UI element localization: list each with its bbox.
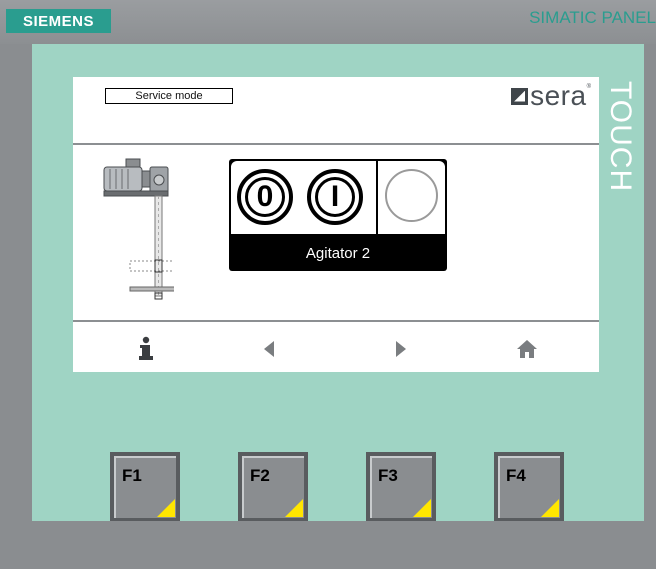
sera-logo: sera ® — [511, 82, 591, 110]
agitator-icon — [103, 158, 174, 300]
hmi-screen: Service mode sera ® 0 I Agitator 2 — [73, 77, 599, 372]
button-row: 0 I — [231, 161, 376, 234]
status-lamp-cell — [378, 161, 445, 234]
on-button[interactable]: I — [307, 169, 363, 225]
header-divider — [73, 143, 599, 145]
status-lamp-icon — [385, 169, 438, 222]
f4-key-label: F4 — [506, 466, 526, 485]
off-button[interactable]: 0 — [237, 169, 293, 225]
f1-key-corner-icon — [157, 499, 175, 517]
f3-key[interactable]: F3 — [366, 452, 436, 522]
panel-top-bezel: SIEMENS SIMATIC PANEL — [0, 0, 656, 44]
f3-key-label: F3 — [378, 466, 398, 485]
f2-key-label: F2 — [250, 466, 270, 485]
info-icon — [139, 336, 153, 360]
sera-logo-mark-icon — [511, 87, 529, 105]
sera-logo-registered: ® — [586, 84, 591, 90]
navigation-bar — [73, 324, 599, 372]
on-button-label: I — [315, 177, 355, 217]
f4-key-corner-icon — [541, 499, 559, 517]
mode-indicator: Service mode — [105, 88, 233, 104]
home-icon — [517, 340, 537, 358]
touch-text: TOUCH — [604, 81, 637, 193]
agitator-name: Agitator 2 — [305, 244, 371, 262]
sera-logo-text: sera — [530, 80, 587, 111]
f1-key-label: F1 — [122, 466, 142, 485]
siemens-logo: SIEMENS — [6, 9, 111, 33]
product-name: SIMATIC PANEL — [529, 8, 656, 27]
footer-divider — [73, 320, 599, 322]
touch-label: TOUCH — [600, 77, 640, 237]
arrow-left-icon — [264, 341, 274, 357]
agitator-control-panel: 0 I Agitator 2 — [229, 159, 447, 271]
previous-button[interactable] — [251, 334, 287, 364]
panel-bottom-bezel — [0, 521, 656, 569]
f3-key-corner-icon — [413, 499, 431, 517]
brand-text: SIEMENS — [22, 12, 94, 30]
f1-key[interactable]: F1 — [110, 452, 180, 522]
next-button[interactable] — [383, 334, 419, 364]
arrow-right-icon — [396, 341, 406, 357]
f4-key[interactable]: F4 — [494, 452, 564, 522]
home-button[interactable] — [509, 334, 545, 364]
f2-key[interactable]: F2 — [238, 452, 308, 522]
off-button-label: 0 — [245, 177, 285, 217]
f2-key-corner-icon — [285, 499, 303, 517]
info-button[interactable] — [128, 334, 164, 364]
